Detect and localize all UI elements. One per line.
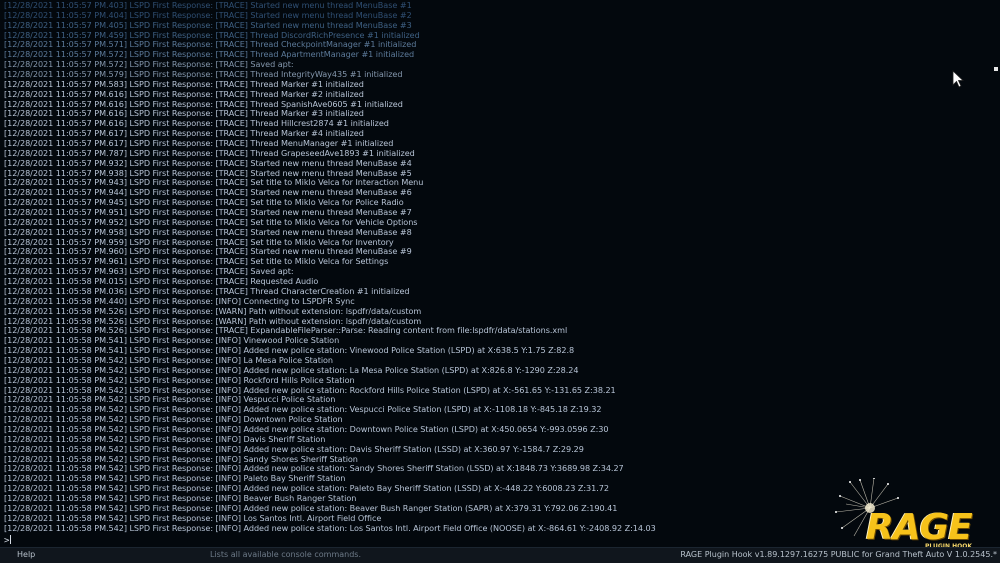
rage-logo-text: RAGE xyxy=(866,507,973,548)
help-command-description: Lists all available console commands. xyxy=(210,550,361,559)
text-caret xyxy=(10,535,12,544)
status-bar: Help Lists all available console command… xyxy=(0,547,1000,563)
help-command-label: Help xyxy=(17,550,36,559)
prompt-symbol: > xyxy=(4,536,10,546)
command-input[interactable]: > xyxy=(4,535,12,547)
console-line: [12/28/2021 11:05:58 PM.542] LSPD First … xyxy=(4,522,656,533)
mouse-cursor-icon xyxy=(952,70,965,92)
console-log: [12/28/2021 11:05:57 PM.403] LSPD First … xyxy=(4,0,804,536)
overlay-marker xyxy=(994,67,998,71)
version-label: RAGE Plugin Hook v1.89.1297.16275 PUBLIC… xyxy=(680,550,997,559)
